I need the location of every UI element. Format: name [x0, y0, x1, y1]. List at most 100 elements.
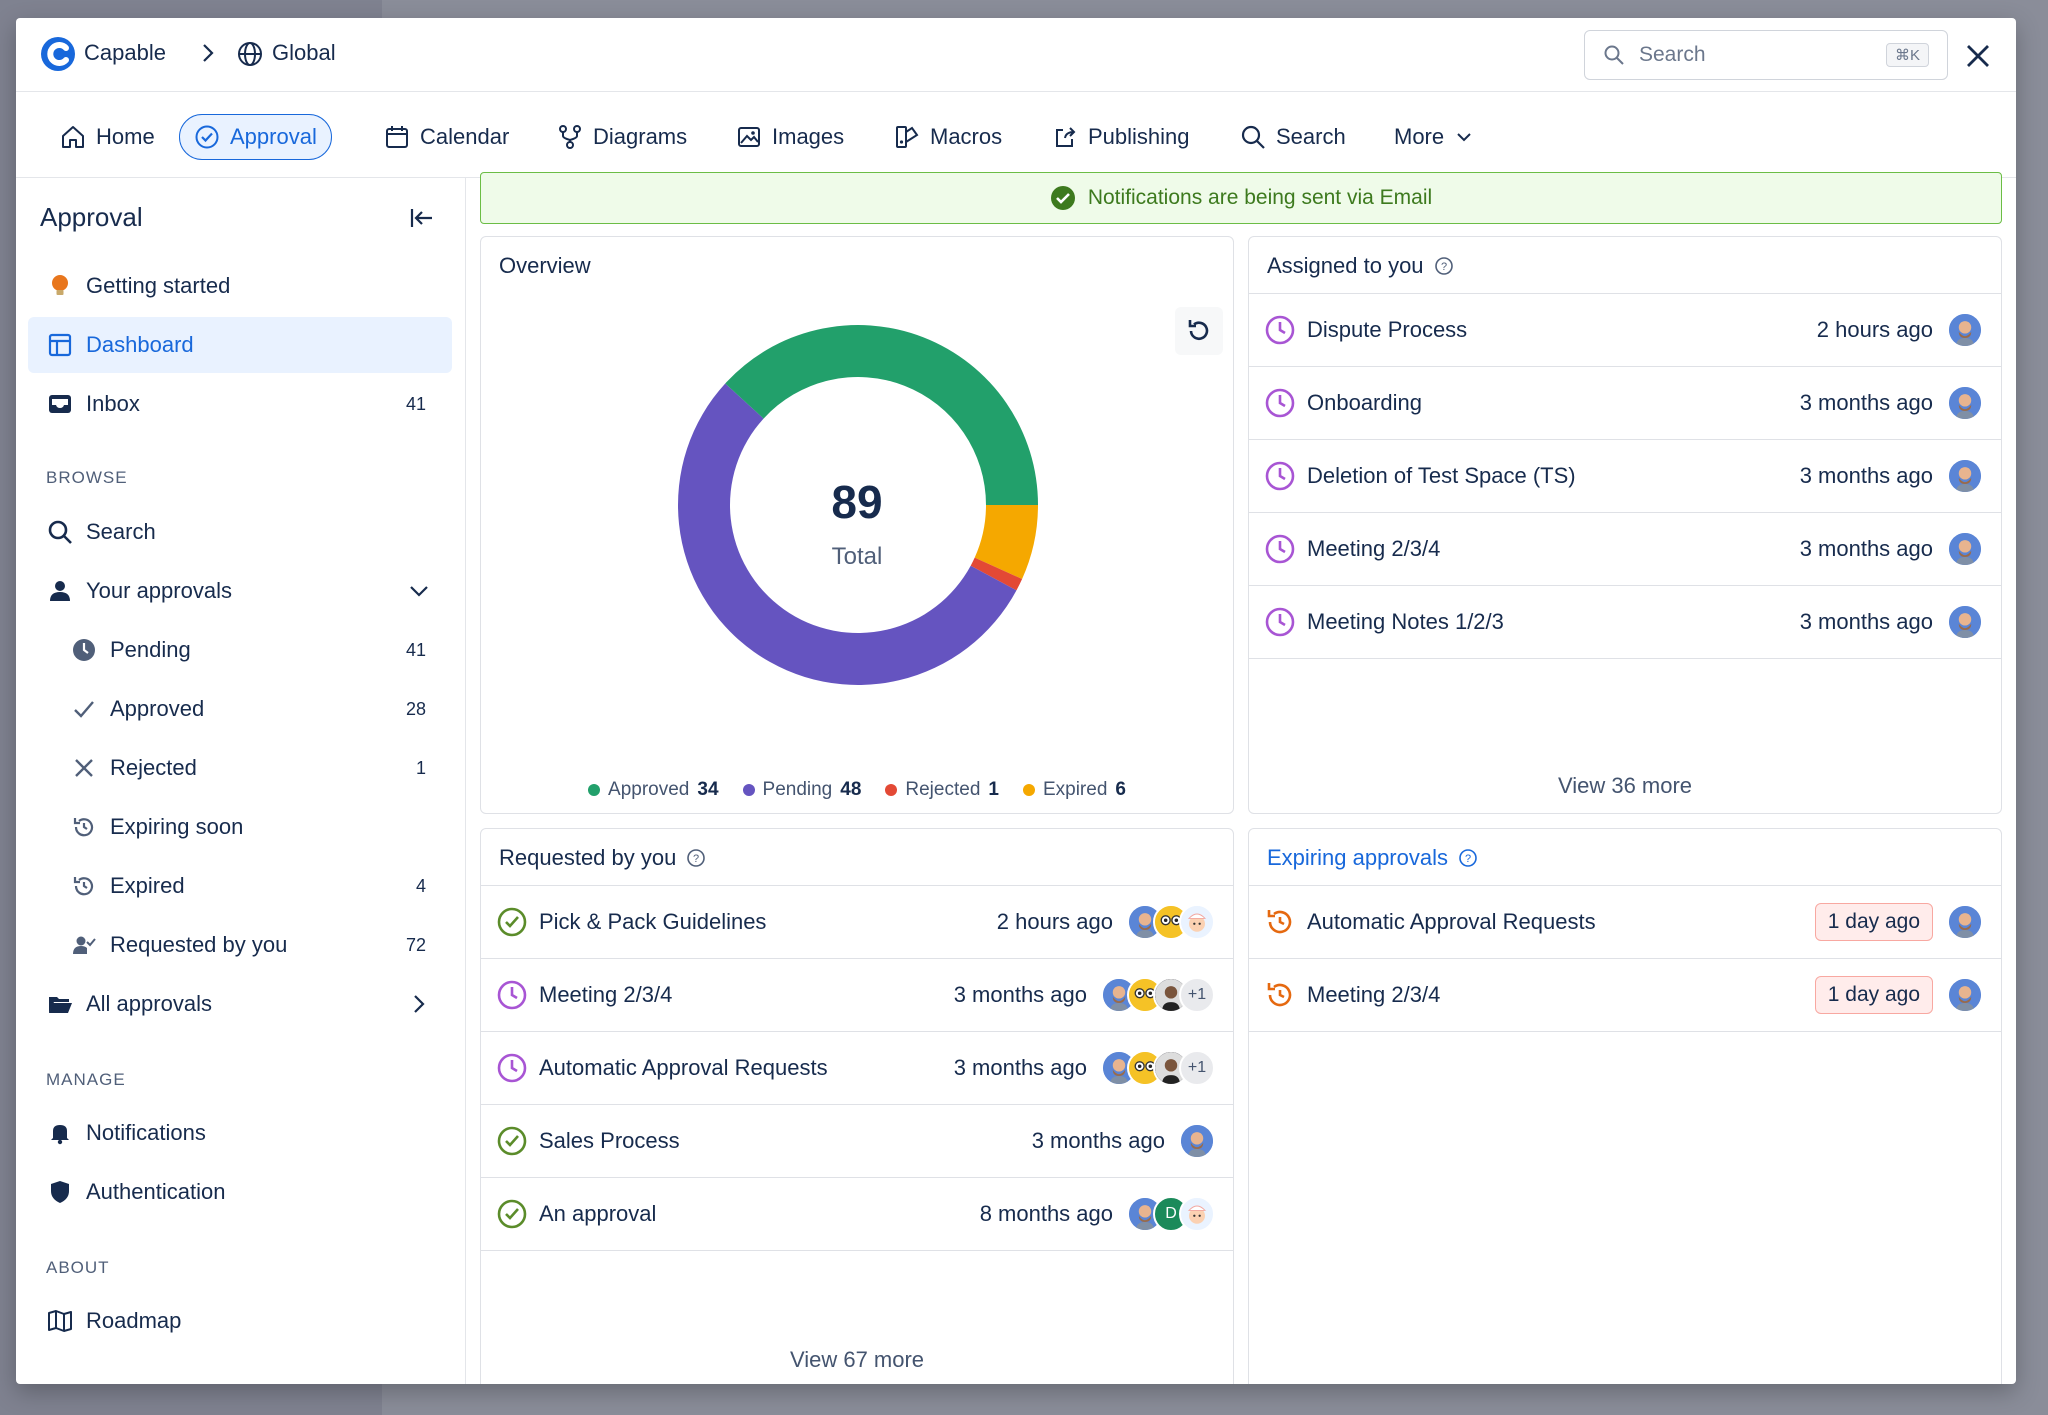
sidebar-item-label: Getting started	[86, 273, 231, 298]
more-avatars-badge[interactable]: +1	[1179, 977, 1215, 1013]
sidebar-item-rejected[interactable]: Rejected 1	[28, 740, 452, 796]
sidebar-item-approved[interactable]: Approved 28	[28, 681, 452, 737]
assigned-row[interactable]: Meeting Notes 1/2/3 3 months ago	[1249, 585, 2001, 659]
person-check-icon	[70, 931, 98, 959]
approval-name: Deletion of Test Space (TS)	[1307, 463, 1576, 488]
approval-time: 2 hours ago	[996, 909, 1113, 934]
sidebar-item-search[interactable]: Search	[28, 504, 452, 560]
sidebar-item-pending[interactable]: Pending 41	[28, 622, 452, 678]
assignee-avatars	[1947, 977, 1983, 1013]
nav-macros[interactable]: Macros	[880, 114, 1016, 160]
close-button[interactable]	[1958, 36, 1998, 76]
overview-card: Overview 89 Total Approved 34 Pending 48 R…	[480, 236, 1234, 814]
user-avatar[interactable]	[1947, 531, 1983, 567]
global-search-input[interactable]: Search ⌘K	[1584, 30, 1948, 80]
nav-approval-label: Approval	[230, 124, 317, 149]
approval-name: Meeting 2/3/4	[539, 982, 673, 1007]
sidebar-item-label: Expired	[110, 873, 185, 898]
inbox-count: 41	[405, 393, 426, 414]
brand-name[interactable]: Capable	[84, 40, 166, 66]
sidebar-item-roadmap[interactable]: Roadmap	[28, 1293, 452, 1349]
sidebar-item-expiring-soon[interactable]: Expiring soon	[28, 799, 452, 855]
help-icon[interactable]: ?	[1434, 256, 1454, 276]
user-avatar[interactable]	[1947, 458, 1983, 494]
sidebar-item-requested-by-you[interactable]: Requested by you 72	[28, 917, 452, 973]
sidebar-item-getting-started[interactable]: Getting started	[28, 258, 452, 314]
approval-name: Automatic Approval Requests	[1307, 909, 1596, 934]
user-avatar[interactable]	[1947, 904, 1983, 940]
sidebar-item-dashboard[interactable]: Dashboard	[28, 317, 452, 373]
help-icon[interactable]: ?	[1458, 848, 1478, 868]
more-avatars-badge[interactable]: +1	[1179, 1050, 1215, 1086]
nav-calendar[interactable]: Calendar	[370, 114, 523, 160]
nav-search[interactable]: Search	[1226, 114, 1360, 160]
view-more-requested[interactable]: View 67 more	[481, 1347, 1233, 1373]
sidebar-item-notifications[interactable]: Notifications	[28, 1105, 452, 1161]
capable-logo-icon	[41, 37, 75, 71]
diagram-icon	[559, 125, 581, 149]
assigned-row[interactable]: Deletion of Test Space (TS) 3 months ago	[1249, 439, 2001, 513]
expiring-card: Expiring approvals ? Automatic Approval …	[1248, 828, 2002, 1384]
nav-search-label: Search	[1276, 124, 1346, 149]
legend-value: 48	[840, 779, 862, 800]
sidebar-item-all-approvals[interactable]: All approvals	[28, 976, 452, 1032]
assigned-row[interactable]: Onboarding 3 months ago	[1249, 366, 2001, 440]
expiring-row[interactable]: Automatic Approval Requests 1 day ago	[1249, 885, 2001, 959]
clock-outline-icon	[497, 1053, 527, 1083]
approval-name: Onboarding	[1307, 390, 1422, 415]
svg-text:?: ?	[693, 853, 699, 865]
help-icon[interactable]: ?	[686, 848, 706, 868]
chevron-right-icon	[203, 44, 214, 62]
user-avatar[interactable]	[1179, 1196, 1215, 1232]
assigned-row[interactable]: Meeting 2/3/4 3 months ago	[1249, 512, 2001, 586]
nav-publishing[interactable]: Publishing	[1038, 114, 1204, 160]
shield-icon	[46, 1178, 74, 1206]
notification-banner: Notifications are being sent via Email	[480, 172, 2002, 224]
manage-heading: MANAGE	[46, 1070, 126, 1089]
requested-row[interactable]: Meeting 2/3/4 3 months ago +1	[481, 958, 1233, 1032]
requested-row[interactable]: Pick & Pack Guidelines 2 hours ago	[481, 885, 1233, 959]
user-avatar[interactable]	[1947, 312, 1983, 348]
expiring-row[interactable]: Meeting 2/3/4 1 day ago	[1249, 958, 2001, 1032]
legend-label: Approved	[608, 779, 690, 800]
user-avatar[interactable]	[1179, 904, 1215, 940]
sidebar-item-label: Expiring soon	[110, 814, 244, 839]
total-label: Total	[831, 543, 883, 570]
sidebar-item-expired[interactable]: Expired 4	[28, 858, 452, 914]
requested-row[interactable]: Automatic Approval Requests 3 months ago…	[481, 1031, 1233, 1105]
user-avatar[interactable]	[1947, 385, 1983, 421]
requested-row[interactable]: Sales Process 3 months ago	[481, 1104, 1233, 1178]
view-more-assigned[interactable]: View 36 more	[1249, 773, 2001, 799]
scope-label[interactable]: Global	[272, 40, 336, 66]
sidebar-item-your-approvals[interactable]: Your approvals	[28, 563, 452, 619]
expiring-title[interactable]: Expiring approvals ?	[1267, 845, 1478, 871]
sidebar-item-label: All approvals	[86, 991, 212, 1016]
assignee-avatars	[1947, 312, 1983, 348]
user-avatar[interactable]	[1947, 604, 1983, 640]
legend-rejected[interactable]: Rejected 1	[885, 779, 999, 801]
collapse-sidebar-button[interactable]	[408, 204, 436, 237]
history-icon	[70, 813, 98, 841]
legend-expired[interactable]: Expired 6	[1022, 779, 1126, 801]
nav-more[interactable]: More	[1380, 114, 1488, 160]
user-avatar[interactable]	[1179, 1123, 1215, 1159]
legend-approved[interactable]: Approved 34	[588, 779, 719, 801]
sidebar-item-authentication[interactable]: Authentication	[28, 1164, 452, 1220]
nav-macros-label: Macros	[930, 124, 1003, 149]
assigned-row[interactable]: Dispute Process 2 hours ago	[1249, 293, 2001, 367]
search-icon	[1604, 45, 1624, 65]
nav-home[interactable]: Home	[46, 114, 169, 160]
nav-diagrams[interactable]: Diagrams	[543, 114, 701, 160]
clock-outline-icon	[1265, 388, 1295, 418]
nav-images-label: Images	[772, 124, 845, 149]
requested-row[interactable]: An approval 8 months ago D	[481, 1177, 1233, 1251]
dashboard-icon	[46, 331, 74, 359]
check-circle-icon	[497, 1199, 527, 1229]
reviewer-avatars: D	[1127, 1196, 1215, 1232]
nav-approval[interactable]: Approval	[179, 114, 332, 160]
user-avatar[interactable]	[1947, 977, 1983, 1013]
legend-pending[interactable]: Pending 48	[742, 779, 862, 801]
approval-name: An approval	[539, 1201, 657, 1226]
nav-images[interactable]: Images	[722, 114, 858, 160]
sidebar-item-inbox[interactable]: Inbox 41	[28, 376, 452, 432]
